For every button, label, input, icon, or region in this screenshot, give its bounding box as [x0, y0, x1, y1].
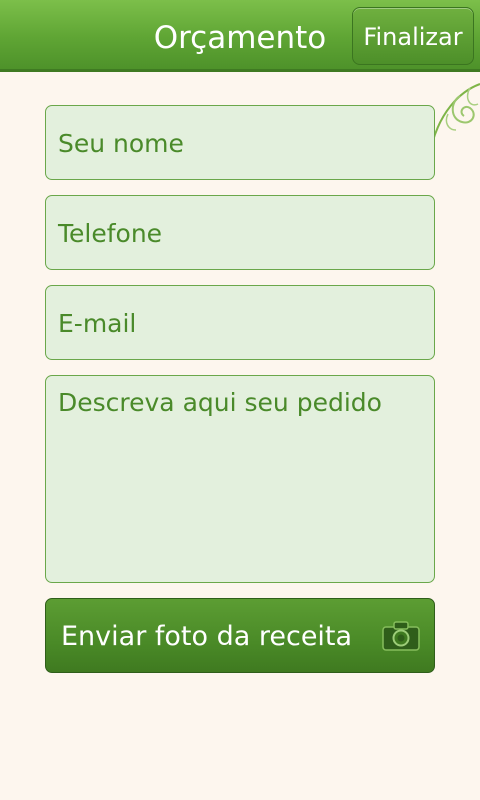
send-recipe-photo-label: Enviar foto da receita	[61, 621, 353, 652]
order-description-field[interactable]: Descreva aqui seu pedido	[45, 375, 435, 583]
app-header: Orçamento Finalizar	[0, 0, 480, 72]
phone-field[interactable]: Telefone	[45, 195, 435, 270]
page-title: Orçamento	[153, 20, 327, 56]
name-field[interactable]: Seu nome	[45, 105, 435, 180]
send-recipe-photo-button[interactable]: Enviar foto da receita	[45, 598, 435, 673]
email-field[interactable]: E-mail	[45, 285, 435, 360]
camera-icon	[382, 621, 420, 651]
swirl-decoration-icon	[431, 83, 480, 144]
finish-button[interactable]: Finalizar	[352, 7, 474, 65]
